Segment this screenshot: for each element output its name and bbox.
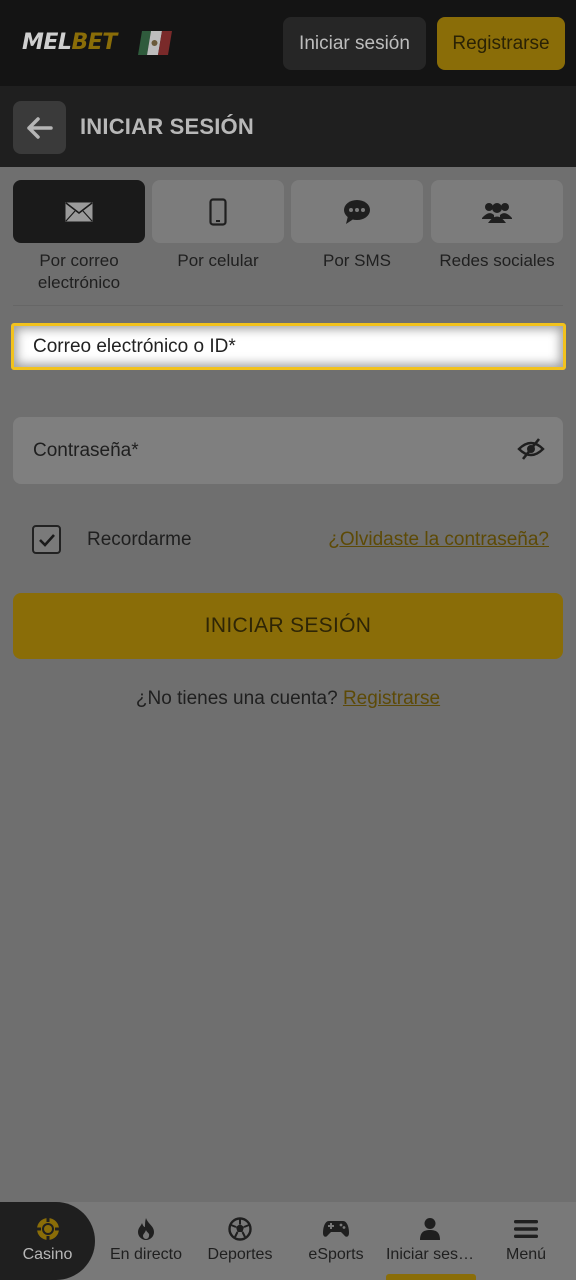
logo-mel-text: MEL <box>22 30 72 55</box>
active-tab-indicator <box>386 1274 476 1280</box>
page-title: INICIAR SESIÓN <box>80 114 254 139</box>
nav-esports-label: eSports <box>308 1246 364 1263</box>
email-field[interactable]: Correo electrónico o ID* <box>11 323 566 370</box>
nav-sports-label: Deportes <box>207 1246 273 1263</box>
password-field[interactable]: Contraseña* <box>13 417 563 484</box>
password-placeholder: Contraseña* <box>33 440 139 461</box>
envelope-icon <box>65 201 93 221</box>
top-header: MELBET Iniciar sesión Registrarse <box>0 0 576 86</box>
flame-icon <box>138 1218 154 1240</box>
nav-menu-label: Menú <box>505 1246 547 1263</box>
tab-phone[interactable] <box>152 180 284 243</box>
phone-icon <box>209 197 227 226</box>
chat-bubble-icon <box>344 199 370 224</box>
tab-phone-label: Por celular <box>177 251 259 270</box>
nav-casino[interactable]: Casino <box>0 1202 95 1280</box>
arrow-left-icon <box>26 116 53 139</box>
nav-casino-label: Casino <box>22 1246 73 1263</box>
no-account-row: ¿No tienes una cuenta? Registrarse <box>0 688 576 710</box>
eye-slash-icon[interactable] <box>517 437 545 461</box>
back-button[interactable] <box>13 101 66 154</box>
soccer-ball-icon <box>228 1217 252 1241</box>
nav-esports[interactable]: eSports <box>292 1202 380 1280</box>
nav-menu[interactable]: Menú <box>482 1202 570 1280</box>
divider <box>13 305 563 306</box>
tab-social[interactable] <box>431 180 563 243</box>
header-login-button[interactable]: Iniciar sesión <box>283 17 426 70</box>
gamepad-icon <box>323 1221 349 1237</box>
title-bar: INICIAR SESIÓN <box>0 86 576 167</box>
remember-checkbox[interactable] <box>32 525 61 554</box>
register-link[interactable]: Registrarse <box>343 688 440 709</box>
nav-login[interactable]: Iniciar ses… <box>384 1202 476 1280</box>
nav-live[interactable]: En directo <box>100 1202 192 1280</box>
tab-email[interactable] <box>13 180 145 243</box>
nav-live-label: En directo <box>109 1246 183 1263</box>
tab-sms-label: Por SMS <box>322 251 392 270</box>
forgot-password-link[interactable]: ¿Olvidaste la contraseña? <box>328 529 549 551</box>
melbet-logo[interactable]: MELBET <box>22 30 117 55</box>
bottom-navigation: Casino En directo Deportes eSports Inici… <box>0 1202 576 1280</box>
mexico-flag-icon <box>138 31 172 55</box>
login-submit-button[interactable]: INICIAR SESIÓN <box>13 593 563 659</box>
nav-login-label: Iniciar ses… <box>385 1246 475 1263</box>
logo-bet-text: BET <box>71 30 117 55</box>
header-register-button[interactable]: Registrarse <box>437 17 565 70</box>
hamburger-menu-icon <box>514 1220 538 1238</box>
tab-sms[interactable] <box>291 180 423 243</box>
tab-email-label: Por correo electrónico <box>37 251 121 292</box>
remember-label[interactable]: Recordarme <box>87 529 192 551</box>
casino-chip-icon <box>36 1218 59 1240</box>
checkmark-icon <box>38 533 55 547</box>
nav-sports[interactable]: Deportes <box>196 1202 284 1280</box>
user-icon <box>420 1218 440 1240</box>
no-account-text: ¿No tienes una cuenta? <box>135 688 338 709</box>
tab-social-label: Redes sociales <box>439 251 555 270</box>
email-placeholder: Correo electrónico o ID* <box>33 336 236 357</box>
users-icon <box>482 202 512 223</box>
